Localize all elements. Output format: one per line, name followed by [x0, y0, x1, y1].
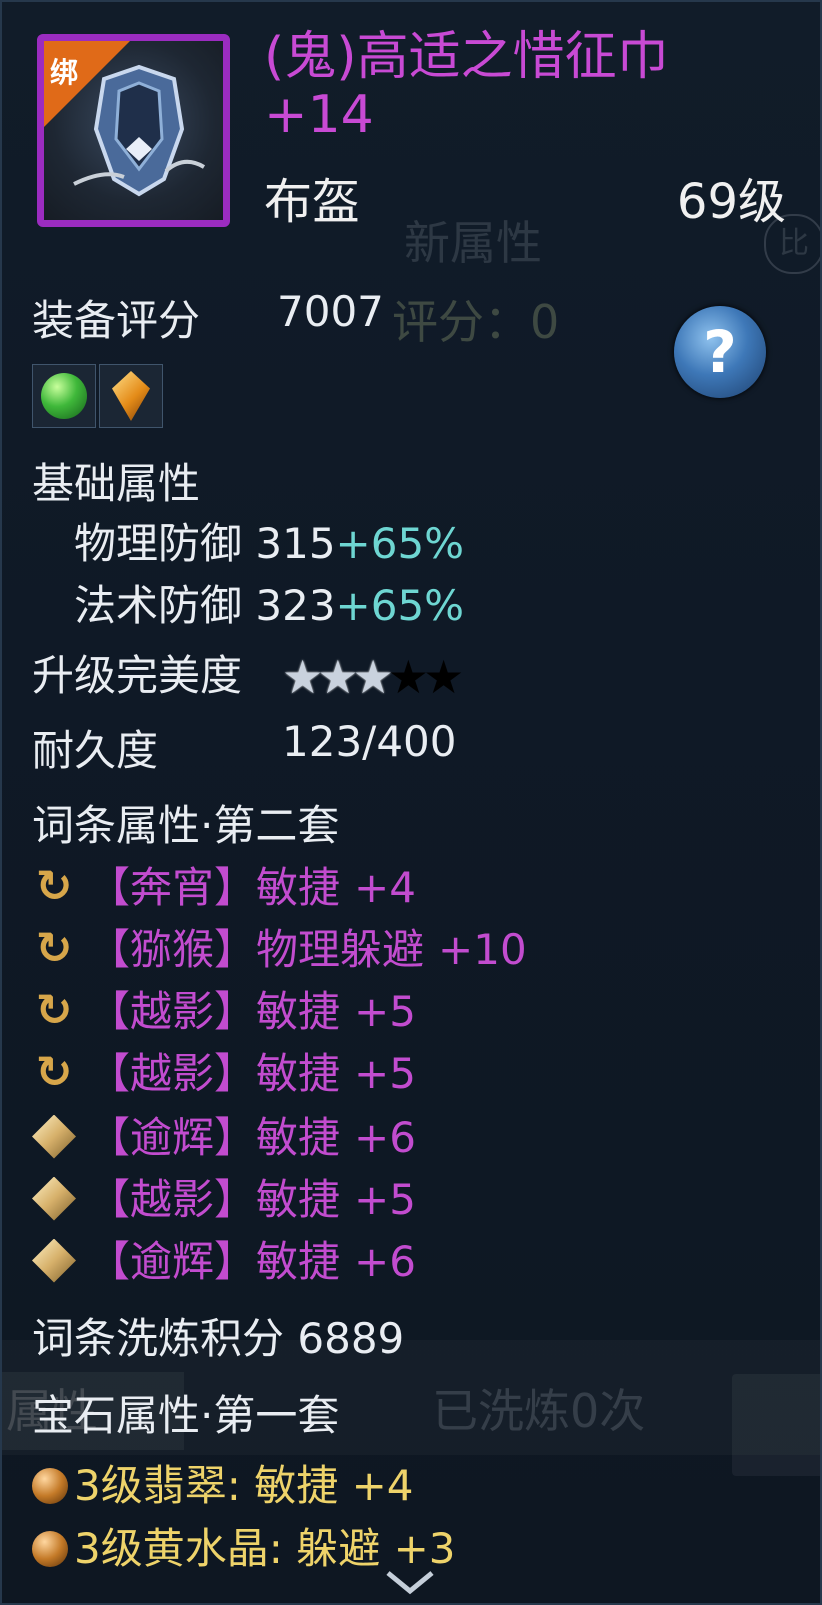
orange-gem-icon [112, 371, 150, 421]
diamond-icon [32, 1114, 76, 1159]
cycle-icon: ↻ [35, 1046, 73, 1098]
gem-stat-text: 3级翡翠: 敏捷 +4 [74, 1461, 414, 1510]
affix-title: 词条属性·第二套 [32, 801, 340, 850]
base-attr-title: 基础属性 [32, 459, 201, 508]
affix-value: +5 [354, 987, 416, 1036]
background-new-attr-label: 新属性 [404, 216, 542, 270]
diamond-icon [32, 1176, 76, 1221]
affix-value: +6 [354, 1237, 416, 1286]
affix-value: +5 [354, 1049, 416, 1098]
item-name: (鬼)高适之惜征巾 +14 [264, 27, 669, 145]
gem-stat-text: 3级黄水晶: 躲避 +3 [74, 1524, 456, 1573]
background-score-hint: 评分：0 [392, 295, 560, 349]
stat-magic-defense: 法术防御 323+65% [74, 572, 464, 633]
durability-value: 123/400 [282, 717, 457, 766]
affix-value: +6 [354, 1113, 416, 1162]
stat-physical-defense: 物理防御 315+65% [74, 510, 464, 571]
affix-row: 【逾辉】敏捷 +6 [32, 1228, 416, 1286]
affix-name: 【逾辉】 [88, 1113, 257, 1162]
bind-tag: 绑 [50, 56, 79, 89]
score-label: 装备评分 [32, 296, 201, 345]
affix-attr: 敏捷 [256, 1113, 341, 1162]
affix-name: 【越影】 [88, 1049, 257, 1098]
diamond-icon [32, 1238, 76, 1283]
stat-value: 315 [255, 519, 336, 568]
affix-row: ↻ 【奔宵】敏捷 +4 [32, 854, 416, 912]
stat-value: 323 [255, 581, 336, 630]
affix-name: 【越影】 [88, 987, 257, 1036]
affix-attr: 敏捷 [256, 1049, 341, 1098]
affix-name: 【猕猴】 [88, 925, 257, 974]
affix-row: ↻ 【越影】敏捷 +5 [32, 978, 416, 1036]
background-washed-count: 已洗炼0次 [432, 1384, 646, 1438]
cycle-icon: ↻ [35, 984, 73, 1036]
affix-name: 【逾辉】 [88, 1237, 257, 1286]
affix-attr: 敏捷 [256, 1237, 341, 1286]
green-gem-icon [41, 373, 87, 419]
wash-score-value: 6889 [297, 1314, 405, 1363]
help-button[interactable]: ? [674, 306, 766, 398]
star-icon: ★ [352, 650, 394, 704]
affix-row: 【越影】敏捷 +5 [32, 1166, 416, 1224]
stat-label: 法术防御 [74, 581, 243, 630]
perfection-stars: ★★★★★ [282, 650, 464, 704]
score-value: 7007 [277, 287, 384, 336]
affix-attr: 敏捷 [256, 863, 341, 912]
gem-slot-green[interactable] [32, 364, 96, 428]
affix-row: ↻ 【猕猴】物理躲避 +10 [32, 916, 527, 974]
affix-row: 【逾辉】敏捷 +6 [32, 1104, 416, 1162]
gem-attr-title: 宝石属性·第一套 [32, 1391, 340, 1440]
item-icon: 绑 [37, 34, 230, 227]
item-tooltip-panel: 新属性 比 评分：0 属性 已洗炼0次 绑 (鬼)高适之惜征巾 +14 布盔 6… [0, 0, 822, 1605]
item-level: 69级 [676, 174, 786, 230]
item-type: 布盔 [264, 174, 361, 230]
affix-value: +4 [354, 863, 416, 912]
affix-name: 【越影】 [88, 1175, 257, 1224]
cycle-icon: ↻ [35, 922, 73, 974]
star-icon: ★ [317, 650, 358, 704]
wash-score: 词条洗炼积分 6889 [32, 1305, 404, 1366]
affix-attr: 敏捷 [256, 987, 341, 1036]
wash-score-label: 词条洗炼积分 [32, 1314, 285, 1363]
affix-attr: 敏捷 [256, 1175, 341, 1224]
affix-value: +10 [438, 925, 527, 974]
perfection-label: 升级完美度 [32, 651, 243, 700]
star-empty-icon: ★ [423, 650, 464, 704]
affix-row: ↻ 【越影】敏捷 +5 [32, 1040, 416, 1098]
cycle-icon: ↻ [35, 860, 73, 912]
stat-bonus: +65% [335, 519, 465, 568]
star-icon: ★ [282, 650, 323, 704]
affix-value: +5 [354, 1175, 416, 1224]
affix-attr: 物理躲避 [256, 925, 425, 974]
gem-dot-icon [32, 1467, 68, 1504]
stat-bonus: +65% [335, 581, 465, 630]
stat-label: 物理防御 [74, 519, 243, 568]
gem-dot-icon [32, 1530, 68, 1567]
affix-name: 【奔宵】 [88, 863, 257, 912]
gem-stat-row: 3级翡翠: 敏捷 +4 [32, 1452, 414, 1513]
chevron-down-icon[interactable] [380, 1567, 440, 1597]
star-empty-icon: ★ [387, 650, 429, 704]
durability-label: 耐久度 [32, 726, 159, 775]
gem-slot-orange[interactable] [99, 364, 163, 428]
background-button [732, 1374, 820, 1476]
